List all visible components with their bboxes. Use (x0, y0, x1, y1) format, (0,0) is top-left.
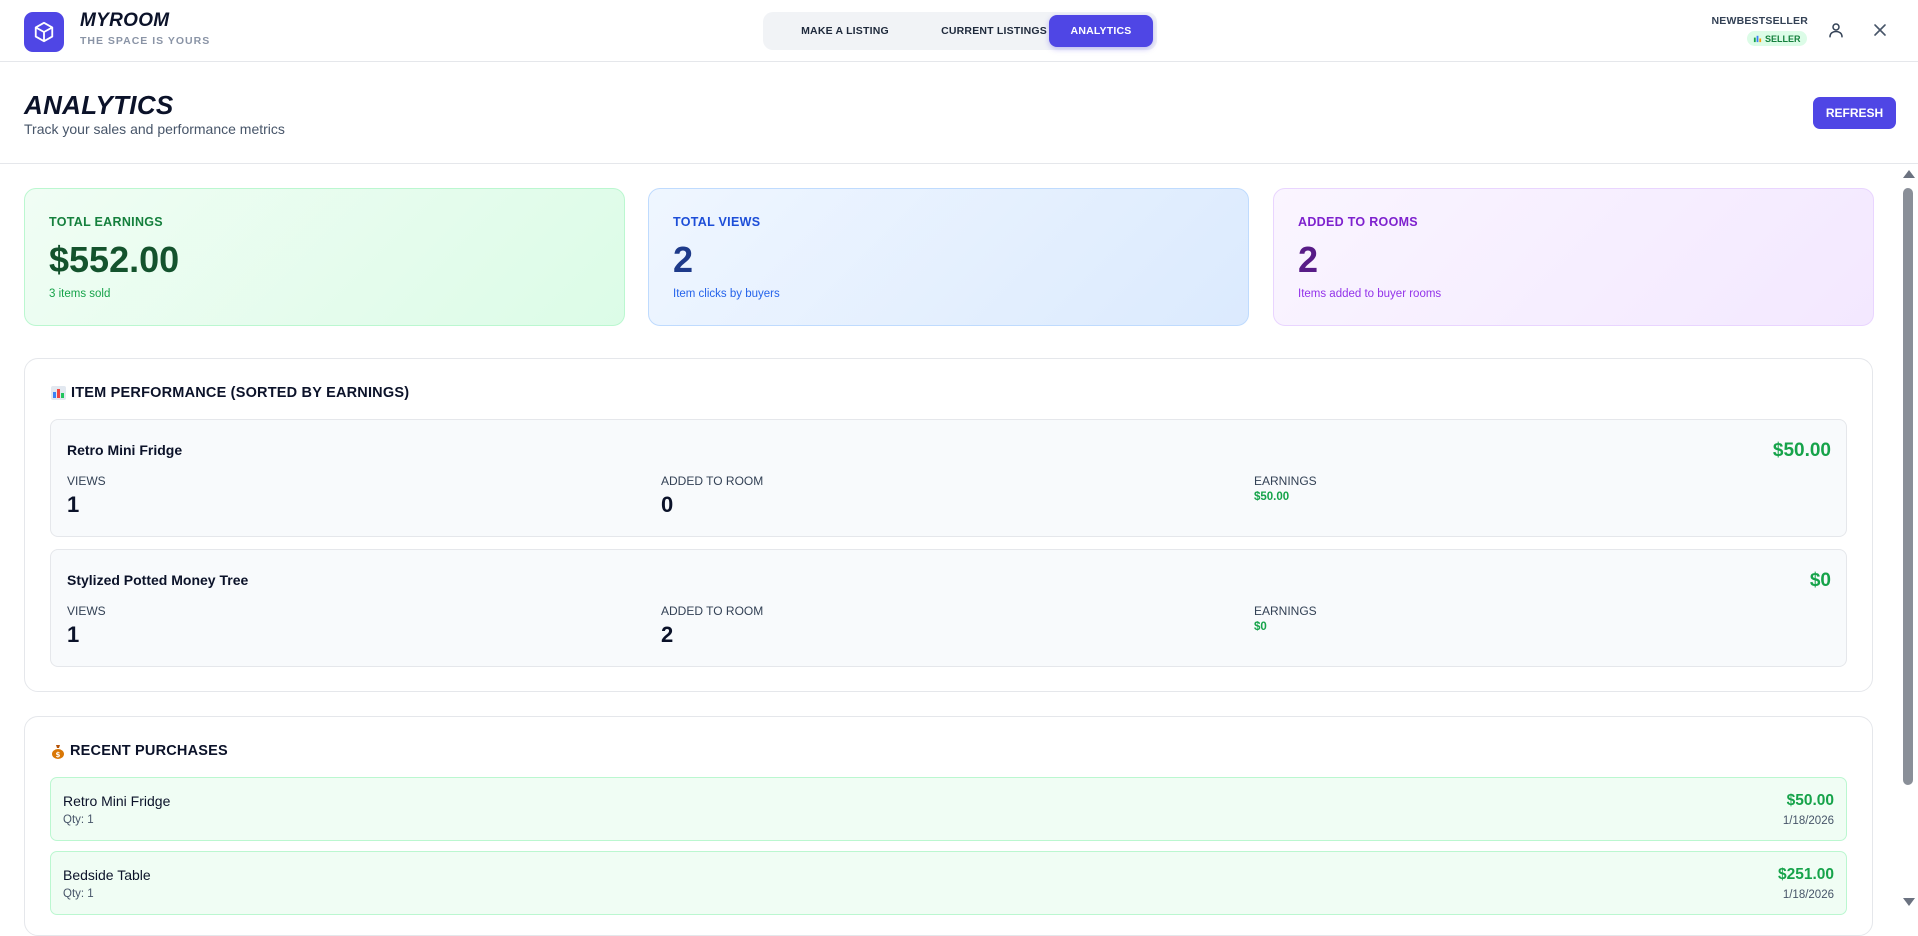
tab-current-listings[interactable]: CURRENT LISTINGS (919, 15, 1069, 47)
stat-note: Item clicks by buyers (673, 288, 780, 300)
seller-badge-label: SELLER (1765, 33, 1801, 44)
tab-make-a-listing[interactable]: MAKE A LISTING (771, 15, 919, 47)
recent-purchases-title: RECENT PURCHASES (70, 743, 228, 759)
brand-tagline: THE SPACE IS YOURS (80, 35, 211, 47)
item-total-earnings: $0 (1809, 570, 1831, 591)
purchase-qty: Qty: 1 (63, 888, 94, 900)
store-icon (1753, 35, 1762, 43)
purchase-item-name: Bedside Table (63, 867, 151, 883)
scroll-up-arrow-icon[interactable] (1903, 170, 1915, 178)
added-label: ADDED TO ROOM (661, 604, 764, 618)
views-value: 1 (67, 622, 80, 647)
close-icon[interactable] (1872, 22, 1888, 38)
brand-name: MYROOM (80, 10, 170, 31)
purchase-row: Bedside Table Qty: 1 $251.00 1/18/2026 (50, 851, 1847, 915)
cube-icon (34, 21, 54, 43)
item-performance-card: Stylized Potted Money Tree $0 VIEWS 1 AD… (50, 549, 1847, 667)
money-bag-icon: $ (52, 744, 64, 759)
recent-purchases-panel: $ RECENT PURCHASES Retro Mini Fridge Qty… (24, 716, 1873, 936)
username: NEWBESTSELLER (1711, 15, 1808, 27)
top-bar: MYROOM THE SPACE IS YOURS MAKE A LISTING… (0, 0, 1918, 62)
item-total-earnings: $50.00 (1772, 440, 1831, 461)
purchase-item-name: Retro Mini Fridge (63, 793, 171, 809)
app-logo[interactable] (24, 12, 64, 52)
item-performance-card: Retro Mini Fridge $50.00 VIEWS 1 ADDED T… (50, 419, 1847, 537)
purchase-qty: Qty: 1 (63, 814, 94, 826)
page-subtitle: Track your sales and performance metrics (24, 121, 285, 137)
earnings-value: $50.00 (1254, 491, 1290, 503)
scroll-down-arrow-icon[interactable] (1903, 898, 1915, 906)
item-performance-panel: ITEM PERFORMANCE (SORTED BY EARNINGS) Re… (24, 358, 1873, 692)
stat-label: ADDED TO ROOMS (1298, 215, 1418, 229)
purchase-amount: $251.00 (1777, 866, 1834, 883)
stat-value: 2 (673, 239, 694, 280)
added-value: 0 (661, 492, 674, 517)
panel-title: ITEM PERFORMANCE (SORTED BY EARNINGS) (51, 385, 409, 401)
item-performance-title: ITEM PERFORMANCE (SORTED BY EARNINGS) (71, 385, 410, 401)
stat-note: Items added to buyer rooms (1298, 288, 1442, 300)
stat-label: TOTAL VIEWS (673, 215, 761, 229)
earnings-label: EARNINGS (1254, 474, 1317, 488)
item-name: Retro Mini Fridge (67, 442, 183, 458)
added-label: ADDED TO ROOM (661, 474, 764, 488)
stat-note: 3 items sold (49, 288, 111, 300)
stat-card-added-to-rooms: ADDED TO ROOMS 2 Items added to buyer ro… (1273, 188, 1874, 326)
stat-card-total-views: TOTAL VIEWS 2 Item clicks by buyers (648, 188, 1249, 326)
seller-badge: SELLER (1747, 31, 1807, 46)
stat-value: $552.00 (49, 239, 180, 280)
main-nav: MAKE A LISTING CURRENT LISTINGS ANALYTIC… (763, 12, 1157, 50)
item-name: Stylized Potted Money Tree (67, 572, 249, 588)
refresh-button[interactable]: REFRESH (1813, 97, 1896, 129)
earnings-value: $0 (1254, 621, 1267, 633)
purchase-amount: $50.00 (1786, 792, 1834, 809)
purchase-date: 1/18/2026 (1782, 889, 1834, 901)
views-label: VIEWS (67, 604, 106, 618)
user-profile-icon[interactable] (1827, 21, 1845, 39)
bar-chart-icon (51, 386, 66, 400)
scrollbar-thumb[interactable] (1903, 188, 1913, 785)
stat-value: 2 (1298, 239, 1319, 280)
svg-text:$: $ (55, 751, 60, 759)
views-value: 1 (67, 492, 80, 517)
earnings-label: EARNINGS (1254, 604, 1317, 618)
panel-title: $ RECENT PURCHASES (51, 743, 228, 759)
added-value: 2 (661, 622, 674, 647)
stat-card-total-earnings: TOTAL EARNINGS $552.00 3 items sold (24, 188, 625, 326)
views-label: VIEWS (67, 474, 106, 488)
page-title: ANALYTICS (24, 90, 174, 120)
page-header: ANALYTICS Track your sales and performan… (0, 62, 1918, 164)
stat-label: TOTAL EARNINGS (49, 215, 163, 229)
tab-analytics[interactable]: ANALYTICS (1049, 15, 1153, 47)
purchase-date: 1/18/2026 (1782, 815, 1834, 827)
purchase-row: Retro Mini Fridge Qty: 1 $50.00 1/18/202… (50, 777, 1847, 841)
